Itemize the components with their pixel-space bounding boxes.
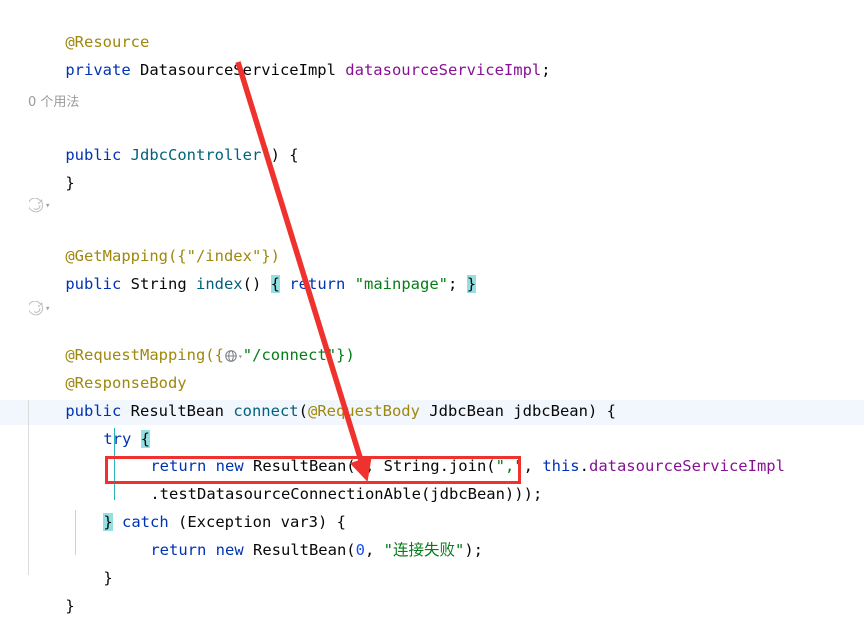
- brace-close: }: [103, 569, 113, 587]
- code-line-class-close: }: [28, 569, 74, 615]
- code-line-connect-signature: public ResultBean connect(@RequestBody J…: [28, 374, 616, 420]
- type-string: String: [121, 275, 196, 293]
- signature-tail: ) {: [587, 402, 616, 420]
- code-line-catch: } catch (Exception var3) {: [66, 485, 346, 531]
- globe-icon: [224, 349, 238, 363]
- keyword-new: new: [206, 541, 244, 559]
- brace-match-open: {: [270, 275, 280, 293]
- brace-close: }: [65, 597, 75, 615]
- field-ref-datasource-service-impl: datasourceServiceImpl: [588, 457, 785, 475]
- call-tail: );: [523, 485, 543, 503]
- brace-close: }: [65, 174, 75, 192]
- code-line-index-method: public String index() { return "mainpage…: [28, 247, 477, 293]
- code-line-field-declaration: private DatasourceServiceImpl datasource…: [28, 33, 550, 79]
- call-tail: );: [464, 541, 483, 559]
- code-line-try: try {: [66, 402, 151, 448]
- type-datasource-service-impl: DatasourceServiceImpl: [130, 61, 346, 79]
- string-connect-path: "/connect"}): [242, 346, 355, 364]
- keyword-private: private: [65, 61, 131, 79]
- chevron-down-icon[interactable]: ▾: [45, 201, 50, 211]
- code-line-getmapping: @GetMapping({"/index"}): [28, 219, 280, 265]
- keyword-return: return: [289, 275, 346, 293]
- spring-bean-icon: [27, 300, 44, 316]
- brace-match-close: }: [466, 275, 477, 293]
- annotation-requestbody: @RequestBody: [307, 402, 420, 420]
- spring-bean-icon: [27, 197, 44, 213]
- chevron-down-icon[interactable]: ▾: [238, 353, 243, 361]
- code-line-constructor: public JdbcController() {: [28, 118, 298, 164]
- number-literal-0: 0: [355, 541, 365, 559]
- brace-match-close-try: }: [103, 513, 113, 531]
- code-line-return-success: return new ResultBean(1, String.join(","…: [113, 429, 785, 475]
- constructor-call-resultbean: ResultBean(: [243, 541, 356, 559]
- param-jdbcbean: JdbcBean jdbcBean: [419, 402, 588, 420]
- keyword-this: this: [542, 457, 580, 475]
- paren-open: (: [298, 402, 308, 420]
- string-mainpage: "mainpage": [354, 275, 449, 293]
- method-parens: (): [242, 275, 271, 293]
- constructor-jdbc-controller: JdbcController: [121, 146, 262, 164]
- dot: .: [579, 457, 589, 475]
- code-line-constructor-close: }: [28, 146, 74, 192]
- code-editor[interactable]: @Resource private DatasourceServiceImpl …: [0, 0, 864, 615]
- arg-separator: ,: [364, 541, 384, 559]
- semicolon: ;: [448, 275, 467, 293]
- code-line-catch-close: }: [66, 541, 112, 587]
- keyword-return: return: [150, 541, 207, 559]
- code-line-requestmapping: @RequestMapping({▾ "/connect"}): [28, 318, 354, 364]
- code-line-resource-annotation: @Resource: [28, 5, 149, 51]
- semicolon: ;: [541, 61, 551, 79]
- code-line-responsebody: @ResponseBody: [28, 346, 186, 392]
- method-index: index: [195, 275, 243, 293]
- constructor-parens: () {: [261, 146, 299, 164]
- code-line-test-connection-call: .testDatasourceConnectionAble(jdbcBean))…: [113, 457, 542, 503]
- code-line-return-failure: return new ResultBean(0, "连接失败");: [113, 513, 483, 559]
- field-datasource-service-impl: datasourceServiceImpl: [345, 61, 542, 79]
- keyword-public: public: [65, 275, 122, 293]
- chevron-down-icon[interactable]: ▾: [45, 304, 50, 314]
- inlay-hint-usages[interactable]: 0 个用法: [28, 90, 79, 115]
- gutter-spring-bean-marker-2[interactable]: ▾: [27, 297, 63, 319]
- gutter-spring-bean-marker-1[interactable]: ▾: [27, 194, 63, 216]
- url-mapping-globe-marker[interactable]: ▾: [224, 349, 243, 363]
- string-connection-failed: "连接失败": [383, 541, 465, 559]
- method-connect: connect: [233, 402, 299, 420]
